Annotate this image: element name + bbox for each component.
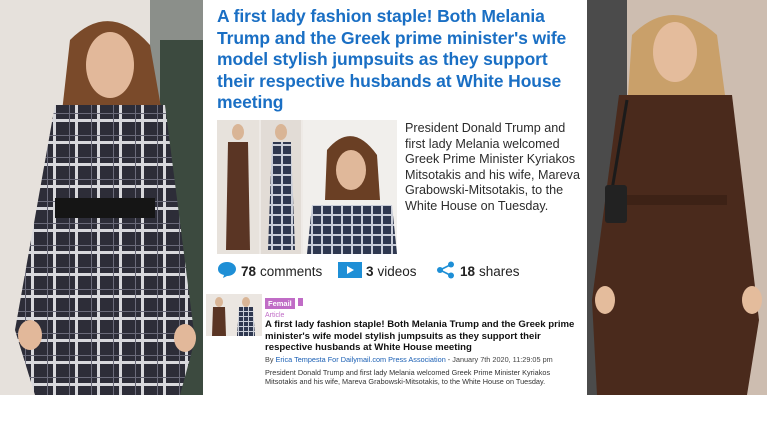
videos-stat[interactable]: 3 videos <box>338 259 417 283</box>
snippet-description: President Donald Trump and first lady Me… <box>265 367 551 386</box>
article-search-snippet[interactable]: Femail Article A first lady fashion stap… <box>203 290 587 395</box>
source-link[interactable]: Press Association <box>388 355 446 364</box>
comments-label: comments <box>260 263 323 279</box>
video-play-icon <box>338 261 362 282</box>
article-thumbnail-collage[interactable] <box>217 120 397 254</box>
article-type-label: Article <box>265 312 285 319</box>
left-photo-melania <box>0 0 203 395</box>
bottom-blank-strip <box>0 395 767 428</box>
share-icon <box>436 261 456 282</box>
shares-count: 18 <box>460 263 476 279</box>
comments-stat[interactable]: 78 comments <box>217 259 322 283</box>
article-stats-bar: 78 comments 3 videos 18 shares <box>217 259 577 283</box>
article-card[interactable]: A first lady fashion staple! Both Melani… <box>203 0 587 290</box>
tag-marker-icon <box>297 297 303 306</box>
comments-count: 78 <box>241 263 257 279</box>
byline-prefix: By <box>265 354 276 364</box>
shares-label: shares <box>479 263 520 279</box>
right-photo-mareva <box>587 0 767 395</box>
femail-section-tag[interactable]: Femail <box>265 298 295 309</box>
snippet-title[interactable]: A first lady fashion staple! Both Melani… <box>265 319 583 354</box>
videos-label: videos <box>377 263 417 279</box>
article-summary: President Donald Trump and first lady Me… <box>405 121 580 213</box>
author-link[interactable]: Erica Tempesta For Dailymail.com <box>276 355 387 364</box>
comment-bubble-icon <box>217 261 237 282</box>
videos-count: 3 <box>366 263 374 279</box>
shares-stat[interactable]: 18 shares <box>436 259 520 283</box>
snippet-thumbnail[interactable] <box>206 294 262 336</box>
snippet-byline: By Erica Tempesta For Dailymail.com Pres… <box>265 355 583 364</box>
publish-date: - January 7th 2020, 11:29:05 pm <box>445 354 553 364</box>
article-headline[interactable]: A first lady fashion staple! Both Melani… <box>217 6 577 114</box>
